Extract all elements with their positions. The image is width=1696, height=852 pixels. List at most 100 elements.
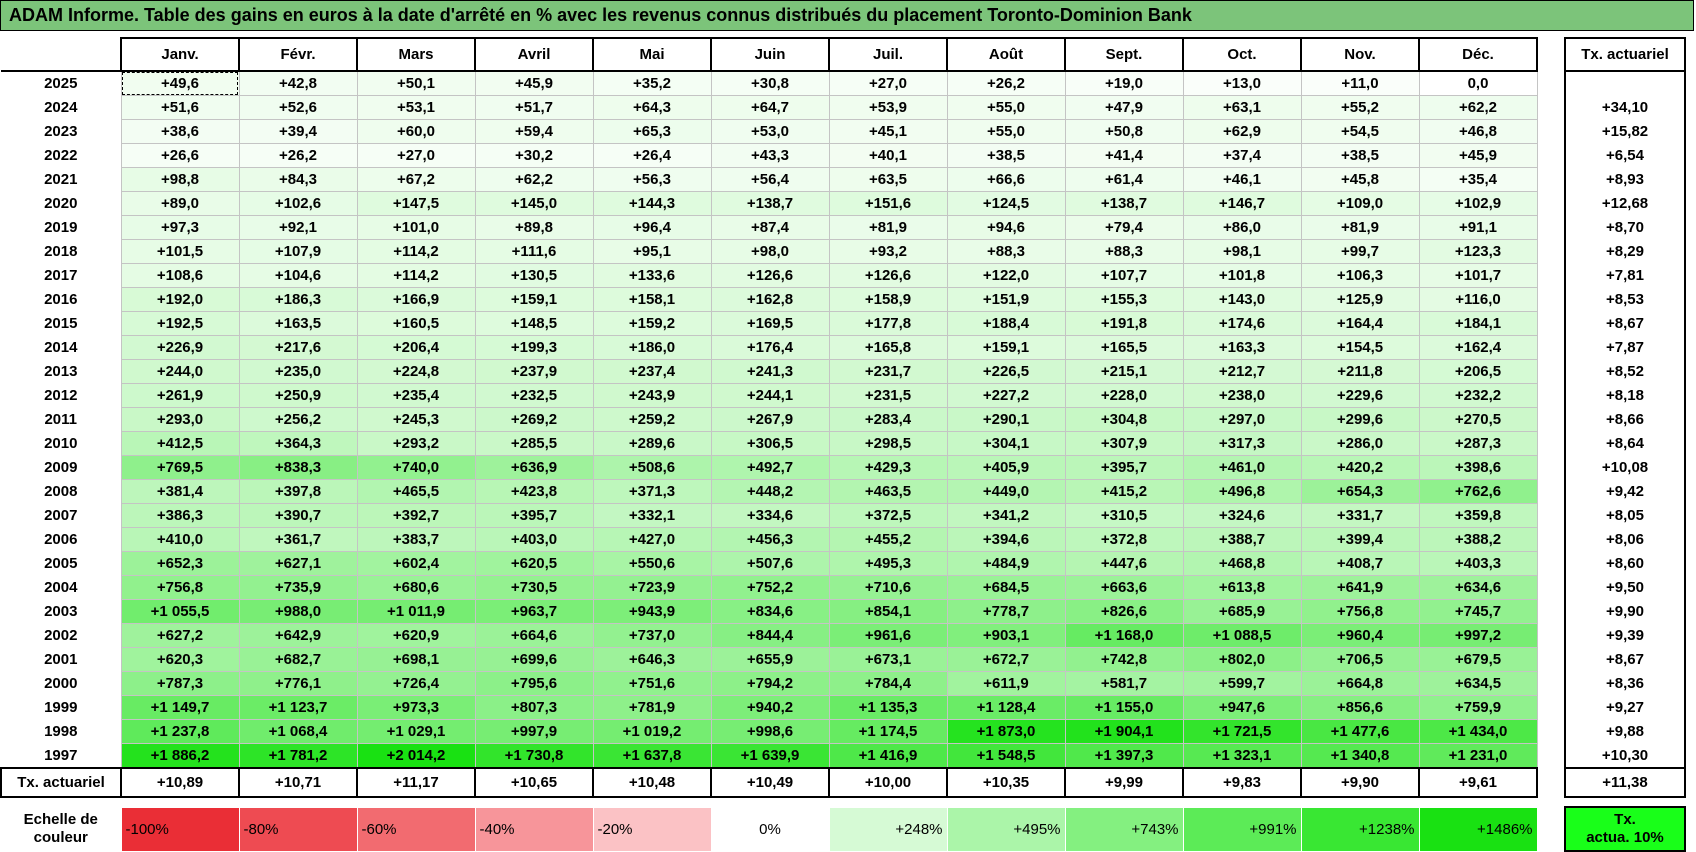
rate-cell[interactable]: +8,93	[1564, 167, 1686, 192]
gain-cell[interactable]: +26,4	[592, 143, 712, 168]
gain-cell[interactable]: +231,7	[828, 359, 948, 384]
gain-cell[interactable]: +1 019,2	[592, 719, 712, 744]
gain-cell[interactable]: +461,0	[1182, 455, 1302, 480]
gain-cell[interactable]: +762,6	[1418, 479, 1538, 504]
rate-cell[interactable]: +8,66	[1564, 407, 1686, 432]
gain-cell[interactable]: +111,6	[474, 239, 594, 264]
gain-cell[interactable]: +364,3	[238, 431, 358, 456]
gain-cell[interactable]: +96,4	[592, 215, 712, 240]
gain-cell[interactable]: +641,9	[1300, 575, 1420, 600]
gain-cell[interactable]: +620,3	[120, 647, 240, 672]
gain-cell[interactable]: +1 068,4	[238, 719, 358, 744]
gain-cell[interactable]: +51,6	[120, 95, 240, 120]
gain-cell[interactable]: +940,2	[710, 695, 830, 720]
rate-cell[interactable]: +8,06	[1564, 527, 1686, 552]
gain-cell[interactable]: +151,6	[828, 191, 948, 216]
gain-cell[interactable]: +227,2	[946, 383, 1066, 408]
gain-cell[interactable]: +484,9	[946, 551, 1066, 576]
gain-cell[interactable]: +465,5	[356, 479, 476, 504]
gain-cell[interactable]: +1 416,9	[828, 743, 948, 769]
gain-cell[interactable]: +756,8	[1300, 599, 1420, 624]
gain-cell[interactable]: +390,7	[238, 503, 358, 528]
gain-cell[interactable]: +89,0	[120, 191, 240, 216]
gain-cell[interactable]: +238,0	[1182, 383, 1302, 408]
rate-cell[interactable]: +7,87	[1564, 335, 1686, 360]
gain-cell[interactable]: +41,4	[1064, 143, 1184, 168]
gain-cell[interactable]: +122,0	[946, 263, 1066, 288]
rate-cell[interactable]: +9,88	[1564, 719, 1686, 744]
gain-cell[interactable]: +104,6	[238, 263, 358, 288]
gain-cell[interactable]: +67,2	[356, 167, 476, 192]
gain-cell[interactable]: +98,1	[1182, 239, 1302, 264]
rate-cell[interactable]: +6,54	[1564, 143, 1686, 168]
gain-cell[interactable]: +1 323,1	[1182, 743, 1302, 769]
gain-cell[interactable]: +160,5	[356, 311, 476, 336]
gain-cell[interactable]: +415,2	[1064, 479, 1184, 504]
footer-value[interactable]: +10,00	[828, 767, 948, 798]
gain-cell[interactable]: +383,7	[356, 527, 476, 552]
gain-cell[interactable]: +1 637,8	[592, 743, 712, 769]
gain-cell[interactable]: +304,8	[1064, 407, 1184, 432]
gain-cell[interactable]: +1 873,0	[946, 719, 1066, 744]
gain-cell[interactable]: +124,5	[946, 191, 1066, 216]
gain-cell[interactable]: +654,3	[1300, 479, 1420, 504]
gain-cell[interactable]: +211,8	[1300, 359, 1420, 384]
gain-cell[interactable]: +231,5	[828, 383, 948, 408]
gain-cell[interactable]: +191,8	[1064, 311, 1184, 336]
gain-cell[interactable]: +372,5	[828, 503, 948, 528]
gain-cell[interactable]: +144,3	[592, 191, 712, 216]
rate-cell[interactable]: +15,82	[1564, 119, 1686, 144]
gain-cell[interactable]: +97,3	[120, 215, 240, 240]
gain-cell[interactable]: +101,7	[1418, 263, 1538, 288]
gain-cell[interactable]: +13,0	[1182, 70, 1302, 96]
rate-cell[interactable]: +9,42	[1564, 479, 1686, 504]
month-header[interactable]: Août	[946, 37, 1066, 72]
month-header[interactable]: Oct.	[1182, 37, 1302, 72]
gain-cell[interactable]: +427,0	[592, 527, 712, 552]
rate-cell[interactable]: +9,90	[1564, 599, 1686, 624]
gain-cell[interactable]: +94,6	[946, 215, 1066, 240]
gain-cell[interactable]: 0,0	[1418, 70, 1538, 96]
gain-cell[interactable]: +51,7	[474, 95, 594, 120]
gain-cell[interactable]: +53,1	[356, 95, 476, 120]
gain-cell[interactable]: +706,5	[1300, 647, 1420, 672]
gain-cell[interactable]: +1 477,6	[1300, 719, 1420, 744]
gain-cell[interactable]: +403,0	[474, 527, 594, 552]
gain-cell[interactable]: +241,3	[710, 359, 830, 384]
gain-cell[interactable]: +126,6	[710, 263, 830, 288]
gain-cell[interactable]: +961,6	[828, 623, 948, 648]
gain-cell[interactable]: +550,6	[592, 551, 712, 576]
gain-cell[interactable]: +634,5	[1418, 671, 1538, 696]
gain-cell[interactable]: +35,4	[1418, 167, 1538, 192]
gain-cell[interactable]: +91,1	[1418, 215, 1538, 240]
month-header[interactable]: Juil.	[828, 37, 948, 72]
gain-cell[interactable]: +169,5	[710, 311, 830, 336]
gain-cell[interactable]: +289,6	[592, 431, 712, 456]
month-header[interactable]: Déc.	[1418, 37, 1538, 72]
gain-cell[interactable]: +381,4	[120, 479, 240, 504]
gain-cell[interactable]: +166,9	[356, 287, 476, 312]
gain-cell[interactable]: +943,9	[592, 599, 712, 624]
gain-cell[interactable]: +46,8	[1418, 119, 1538, 144]
gain-cell[interactable]: +56,4	[710, 167, 830, 192]
gain-cell[interactable]: +138,7	[1064, 191, 1184, 216]
gain-cell[interactable]: +599,7	[1182, 671, 1302, 696]
gain-cell[interactable]: +795,6	[474, 671, 594, 696]
gain-cell[interactable]: +206,4	[356, 335, 476, 360]
gain-cell[interactable]: +226,5	[946, 359, 1066, 384]
gain-cell[interactable]: +93,2	[828, 239, 948, 264]
gain-cell[interactable]: +114,2	[356, 263, 476, 288]
gain-cell[interactable]: +361,7	[238, 527, 358, 552]
gain-cell[interactable]: +228,0	[1064, 383, 1184, 408]
gain-cell[interactable]: +1 168,0	[1064, 623, 1184, 648]
gain-cell[interactable]: +270,5	[1418, 407, 1538, 432]
gain-cell[interactable]: +1 135,3	[828, 695, 948, 720]
gain-cell[interactable]: +206,5	[1418, 359, 1538, 384]
gain-cell[interactable]: +188,4	[946, 311, 1066, 336]
gain-cell[interactable]: +492,7	[710, 455, 830, 480]
gain-cell[interactable]: +1 055,5	[120, 599, 240, 624]
gain-cell[interactable]: +55,0	[946, 119, 1066, 144]
gain-cell[interactable]: +60,0	[356, 119, 476, 144]
gain-cell[interactable]: +726,4	[356, 671, 476, 696]
gain-cell[interactable]: +176,4	[710, 335, 830, 360]
